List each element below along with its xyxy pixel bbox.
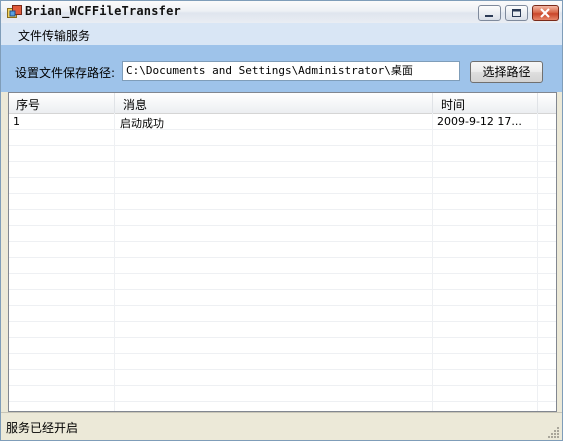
save-path-input[interactable]: C:\Documents and Settings\Administrator\…	[122, 61, 460, 81]
menu-file-transfer-service[interactable]: 文件传输服务	[18, 27, 90, 44]
column-header-message[interactable]: 消息	[123, 96, 147, 113]
close-button[interactable]	[532, 5, 559, 21]
message-list[interactable]: 序号 消息 时间 1 启动成功 2009-9-12 17...	[8, 92, 557, 412]
list-rows: 1 启动成功 2009-9-12 17...	[9, 114, 556, 411]
row-message: 启动成功	[120, 117, 164, 130]
minimize-button[interactable]	[478, 5, 501, 21]
column-separator[interactable]	[537, 93, 538, 113]
path-panel: 设置文件保存路径: C:\Documents and Settings\Admi…	[1, 45, 562, 92]
list-header: 序号 消息 时间	[9, 93, 556, 114]
column-header-index[interactable]: 序号	[16, 96, 40, 113]
save-path-label: 设置文件保存路径:	[15, 66, 116, 80]
app-window: Brian_WCFFileTransfer 文件传输服务 设置文件保存路径: C…	[0, 0, 563, 441]
maximize-icon	[512, 9, 521, 17]
maximize-button[interactable]	[505, 5, 528, 21]
column-separator[interactable]	[114, 93, 115, 113]
resize-grip-icon[interactable]	[548, 426, 560, 438]
menu-bar: 文件传输服务	[1, 23, 562, 45]
choose-path-button[interactable]: 选择路径	[470, 61, 543, 83]
row-time: 2009-9-12 17...	[437, 115, 522, 128]
column-separator[interactable]	[432, 93, 433, 113]
minimize-icon	[485, 15, 493, 17]
close-icon	[540, 8, 550, 18]
title-bar[interactable]: Brian_WCFFileTransfer	[1, 1, 562, 24]
app-icon	[7, 5, 22, 18]
window-title: Brian_WCFFileTransfer	[25, 4, 181, 18]
row-index: 1	[13, 115, 20, 128]
status-text: 服务已经开启	[6, 421, 79, 435]
status-bar: 服务已经开启	[1, 412, 562, 440]
column-header-time[interactable]: 时间	[441, 96, 465, 113]
list-row[interactable]: 1 启动成功 2009-9-12 17...	[9, 114, 556, 130]
